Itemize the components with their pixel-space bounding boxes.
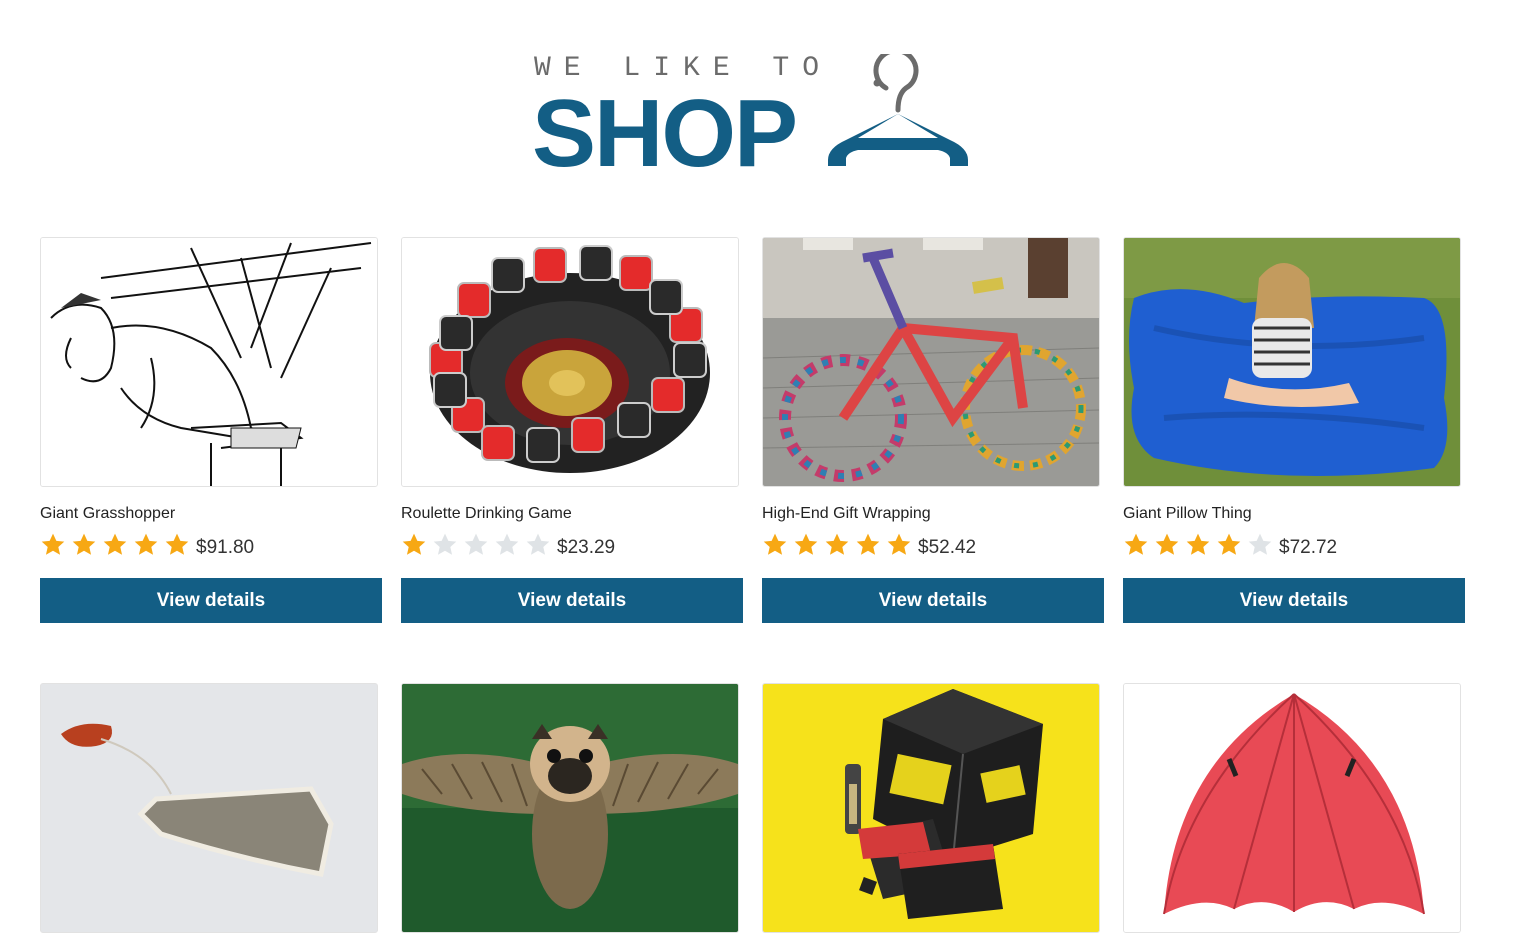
star-filled-icon [1186,533,1210,555]
star-empty-icon [433,533,457,555]
flying-pug-owl [402,684,738,932]
star-filled-icon [887,533,911,555]
star-filled-icon [856,533,880,555]
blue-bean-bag [1124,238,1460,486]
hanger-icon [828,54,968,166]
star-filled-icon [1155,533,1179,555]
roulette-shot-glasses [402,238,738,486]
star-empty-icon [526,533,550,555]
product-image[interactable] [762,683,1100,933]
view-details-button[interactable]: View details [1123,578,1465,623]
view-details-button[interactable]: View details [762,578,1104,623]
product-price: $72.72 [1279,537,1338,558]
star-filled-icon [165,533,189,555]
product-rating: $91.80 [40,530,254,560]
tea-bag [41,684,377,932]
star-filled-icon [41,533,65,555]
product-image[interactable] [1123,237,1461,487]
product-rating: $52.42 [762,530,976,560]
product-image[interactable] [401,237,739,487]
product-rating: $72.72 [1123,530,1337,560]
star-empty-icon [495,533,519,555]
product-price: $23.29 [557,537,616,558]
logo-wordmark: SHOP [532,80,798,187]
star-filled-icon [103,533,127,555]
view-details-button[interactable]: View details [40,578,382,623]
star-filled-icon [72,533,96,555]
star-filled-icon [1217,533,1241,555]
product-title[interactable]: High-End Gift Wrapping [762,505,931,523]
star-empty-icon [464,533,488,555]
product-title[interactable]: Giant Grasshopper [40,505,175,523]
product-image[interactable] [40,237,378,487]
product-rating: $23.29 [401,530,615,560]
star-filled-icon [1124,533,1148,555]
star-empty-icon [1248,533,1272,555]
grasshopper-illustration [41,238,377,486]
star-filled-icon [825,533,849,555]
wtf-card-game [763,684,1099,932]
knitted-bicycle [763,238,1099,486]
product-image[interactable] [40,683,378,933]
product-price: $52.42 [918,537,977,558]
product-image[interactable] [401,683,739,933]
view-details-button[interactable]: View details [401,578,743,623]
product-price: $91.80 [196,537,255,558]
star-filled-icon [794,533,818,555]
star-filled-icon [763,533,787,555]
site-logo[interactable]: WE LIKE TO SHOP [532,54,992,184]
product-title[interactable]: Giant Pillow Thing [1123,505,1252,523]
product-image[interactable] [1123,683,1461,933]
star-filled-icon [134,533,158,555]
product-image[interactable] [762,237,1100,487]
red-umbrella [1124,684,1460,932]
product-title[interactable]: Roulette Drinking Game [401,505,572,523]
star-filled-icon [402,533,426,555]
